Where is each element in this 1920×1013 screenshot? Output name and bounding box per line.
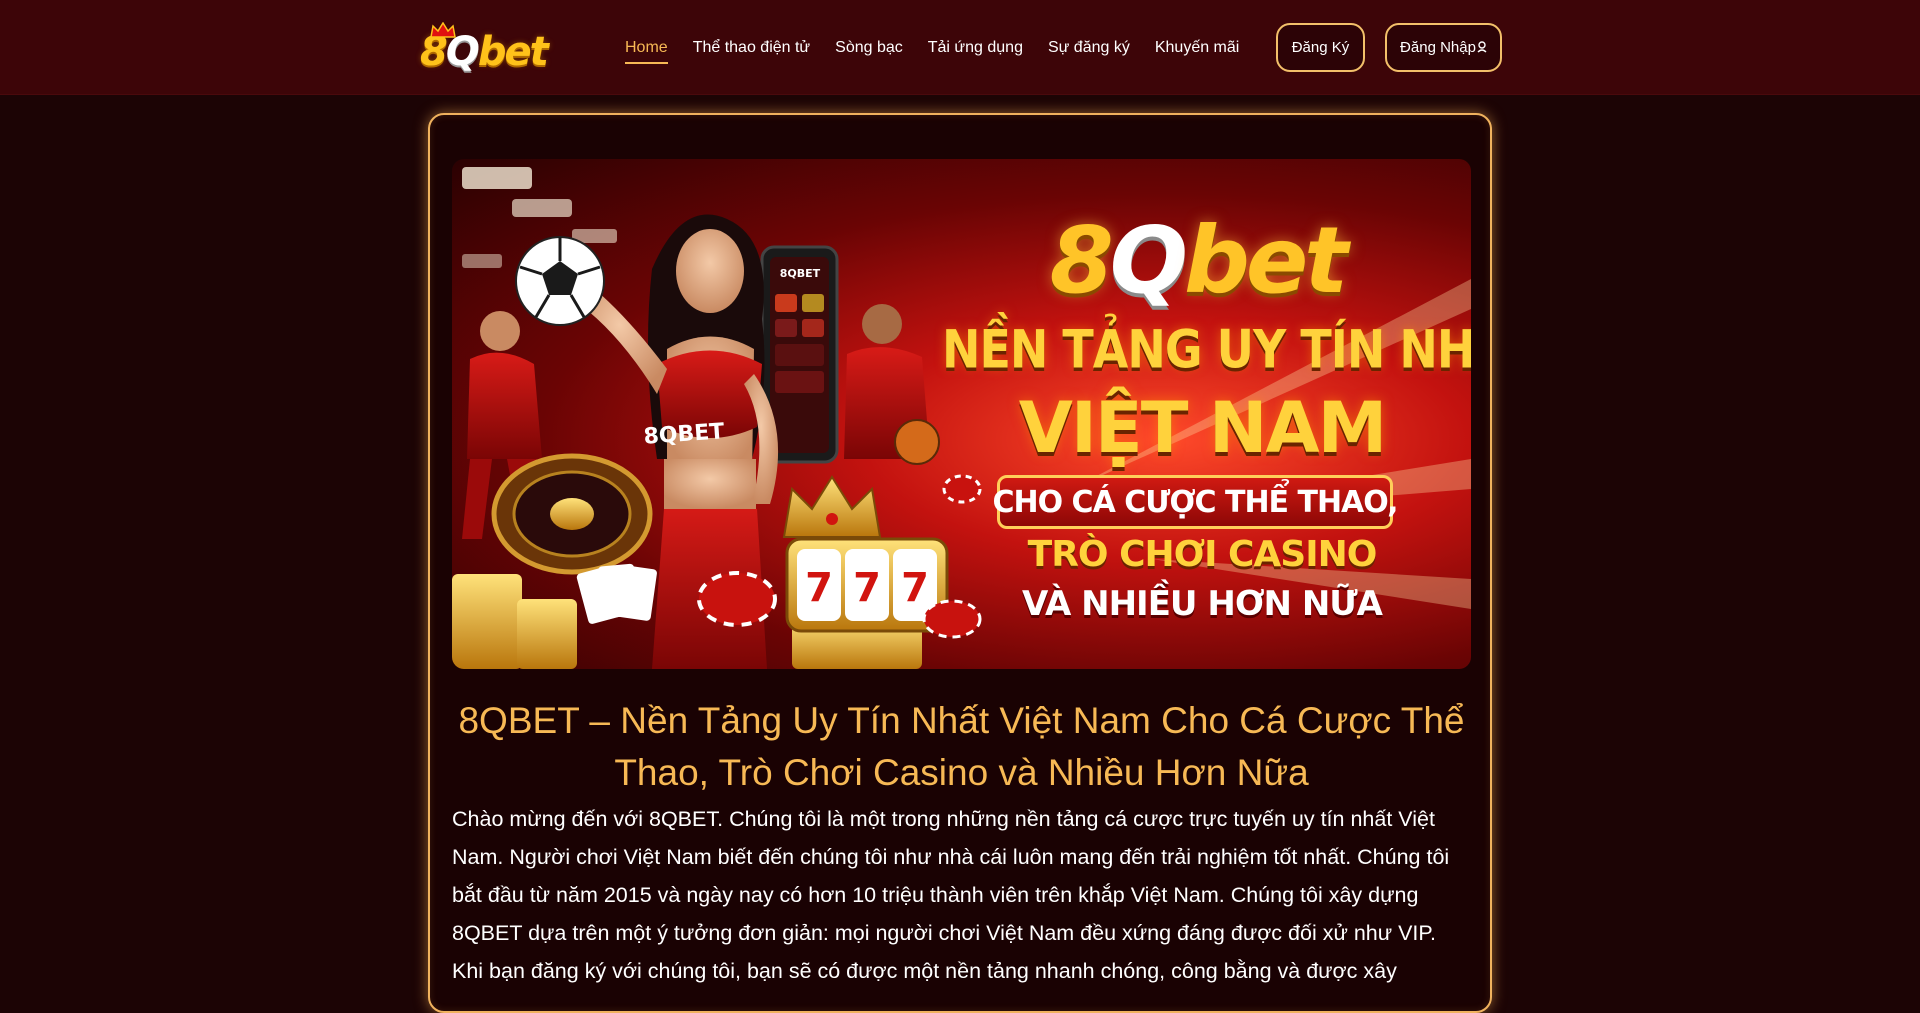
intro-paragraph: Chào mừng đến với 8QBET. Chúng tôi là mộ… — [452, 807, 1450, 983]
right-basketball-player — [844, 304, 940, 465]
nav-download-app[interactable]: Tải ứng dụng — [928, 30, 1023, 66]
banner-tagline-pill: CHO CÁ CƯỢC THỂ THAO, — [992, 475, 1399, 529]
login-button-label: Đăng Nhập — [1400, 39, 1476, 56]
svg-text:7: 7 — [901, 565, 929, 611]
site-logo[interactable]: 8Qbet — [420, 22, 570, 74]
banner-headline-5: VÀ NHIỀU HƠN NỮA — [1021, 584, 1383, 624]
svg-text:7: 7 — [853, 565, 881, 611]
banner-headline-1: NỀN TẢNG UY TÍN NHẤT — [942, 317, 1471, 381]
nav-registration[interactable]: Sự đăng ký — [1048, 30, 1130, 66]
soccer-ball — [515, 236, 605, 326]
roulette-wheel — [491, 453, 653, 575]
phone-logo-text: 8QBET — [779, 267, 821, 280]
banner-headline-4: TRÒ CHƠI CASINO — [1027, 534, 1378, 575]
content-card: 7 7 7 8Qbet NỀN TẢNG UY TÍN NHẤT VIỆT NA… — [428, 113, 1492, 1013]
svg-text:7: 7 — [805, 565, 833, 611]
banner-headline-2: VIỆT NAM — [1018, 387, 1388, 469]
register-button-label: Đăng Ký — [1291, 39, 1350, 56]
user-icon — [1477, 40, 1487, 53]
nav-esports[interactable]: Thể thao điện tử — [693, 30, 810, 66]
gold-crown — [782, 475, 882, 538]
hero-banner[interactable]: 7 7 7 8Qbet NỀN TẢNG UY TÍN NHẤT VIỆT NA… — [452, 159, 1471, 669]
login-button[interactable]: Đăng Nhập — [1385, 23, 1502, 72]
register-button[interactable]: Đăng Ký — [1276, 23, 1365, 72]
playing-cards — [576, 563, 657, 624]
main-nav: Home Thể thao điện tử Sòng bạc Tải ứng d… — [625, 30, 1264, 66]
nav-promotions[interactable]: Khuyến mãi — [1155, 30, 1240, 66]
banner-brand-logo: 8Qbet — [1049, 207, 1348, 314]
top-navigation-bar: 8Qbet Home Thể thao điện tử Sòng bạc Tải… — [0, 0, 1920, 95]
page-title: 8QBET – Nền Tảng Uy Tín Nhất Việt Nam Ch… — [458, 700, 1465, 793]
crown-icon — [430, 22, 456, 38]
nav-home[interactable]: Home — [625, 30, 668, 66]
nav-casino[interactable]: Sòng bạc — [835, 30, 903, 66]
